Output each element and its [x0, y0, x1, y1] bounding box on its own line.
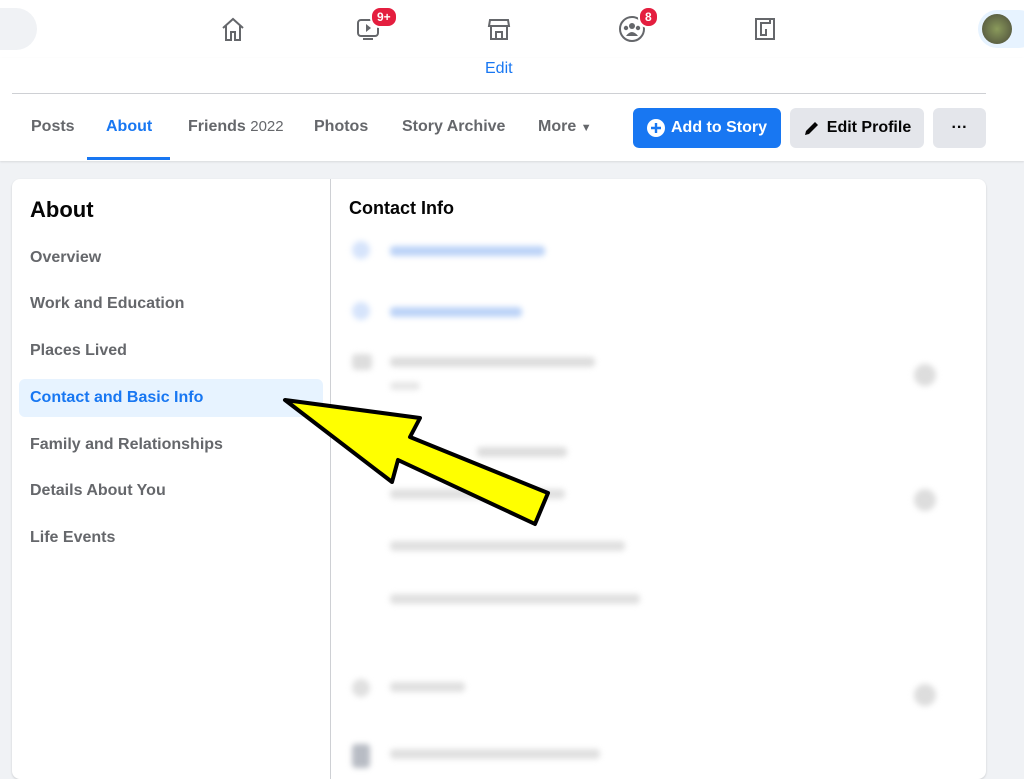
annotation-arrow — [283, 398, 550, 526]
yellow-arrow-icon — [283, 398, 550, 526]
